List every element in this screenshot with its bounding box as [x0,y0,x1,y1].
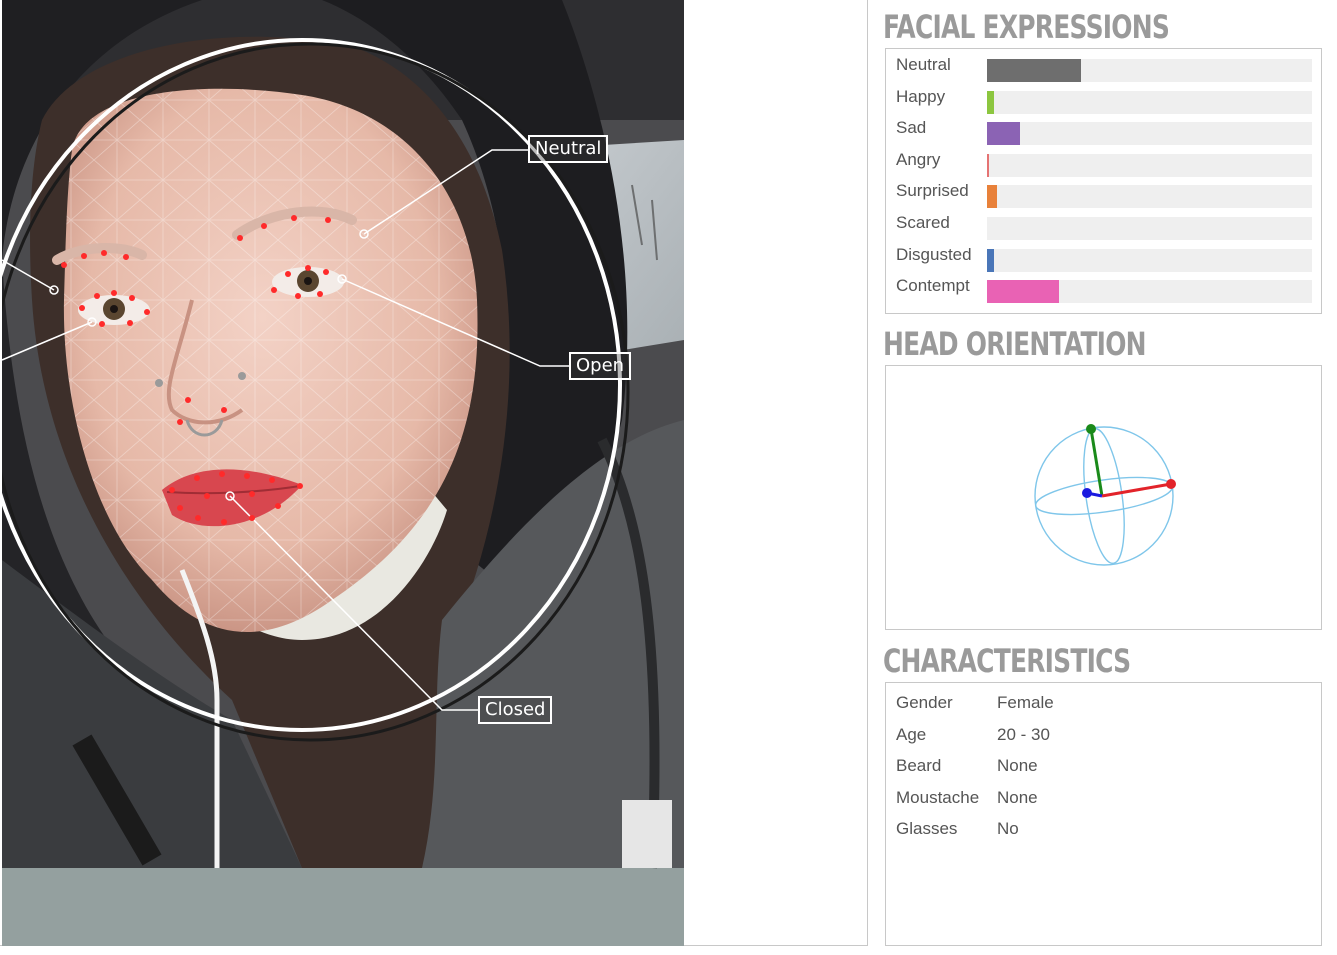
x-axis-tip [1166,479,1176,489]
characteristic-value: None [997,787,1038,807]
characteristic-row-moustache: Moustache None [896,787,1296,815]
x-axis-line [1101,482,1172,498]
expression-bar-fill [987,59,1082,82]
characteristic-row-gender: Gender Female [896,692,1296,720]
expression-label: Surprised [896,181,969,201]
expression-label: Sad [896,118,927,138]
expression-bar-track [987,90,1312,114]
expression-bar-fill [987,280,1059,304]
characteristic-row-age: Age 20 - 30 [896,724,1296,752]
mouth-state-label: Closed [478,696,553,724]
head-orientation-panel [885,365,1322,630]
characteristic-key: Glasses [896,819,958,839]
expression-bar-fill [987,90,994,114]
characteristic-row-glasses: Glasses No [896,818,1296,846]
expression-bar-fill [987,185,997,209]
y-axis-line [1089,428,1104,497]
characteristic-key: Gender [896,693,953,712]
characteristic-value: No [997,819,1019,839]
expression-row-sad: Sad [886,113,1321,146]
expression-bar-track [987,217,1312,240]
characteristic-value: Female [997,693,1054,712]
y-axis-tip [1086,424,1096,434]
head-orientation-gizmo [1034,424,1176,566]
characteristic-key: Beard [896,756,942,776]
brow-state-label: Neutral [528,135,609,163]
expression-row-disgusted: Disgusted [886,240,1321,272]
expression-row-contempt: Contempt [886,271,1321,304]
characteristics-title: CHARACTERISTICS [883,642,1131,680]
expression-bar-track [987,153,1312,177]
facial-expressions-panel: Neutral Happy Sad Angry Surprised Scared Disgu… [885,48,1322,314]
expression-label: Angry [896,149,941,169]
expression-label: Scared [896,213,950,232]
characteristic-value: 20 - 30 [997,724,1050,744]
photo-pane: Neutral Open Closed [0,0,868,946]
expression-label: Neutral [896,55,951,74]
expression-row-neutral: Neutral [886,50,1321,82]
expression-label: Contempt [896,276,970,296]
expression-label: Happy [896,86,946,106]
face-photo: Neutral Open Closed [2,0,684,946]
z-axis-tip [1082,488,1092,498]
characteristic-row-beard: Beard None [896,755,1296,783]
expression-bar-fill [987,153,989,177]
characteristic-value: None [997,756,1038,776]
facial-expressions-title: FACIAL EXPRESSIONS [883,8,1170,46]
expression-row-angry: Angry [886,145,1321,177]
expression-bar-track [987,122,1312,146]
expression-row-surprised: Surprised [886,176,1321,209]
expression-bar-fill [987,248,994,272]
expression-label: Disgusted [896,244,972,264]
expression-bar-track [987,280,1312,304]
eye-state-label: Open [569,352,632,380]
expression-row-scared: Scared [886,208,1321,240]
characteristics-panel: Gender Female Age 20 - 30 Beard None Moustache… [885,682,1322,946]
expression-row-happy: Happy [886,82,1321,114]
expression-bar-track [987,185,1312,209]
expression-bar-track [987,248,1312,272]
characteristic-key: Age [896,724,927,744]
expression-bar-track [987,59,1312,82]
expression-bar-fill [987,122,1020,146]
head-orientation-title: HEAD ORIENTATION [883,325,1147,363]
characteristic-key: Moustache [896,787,980,807]
